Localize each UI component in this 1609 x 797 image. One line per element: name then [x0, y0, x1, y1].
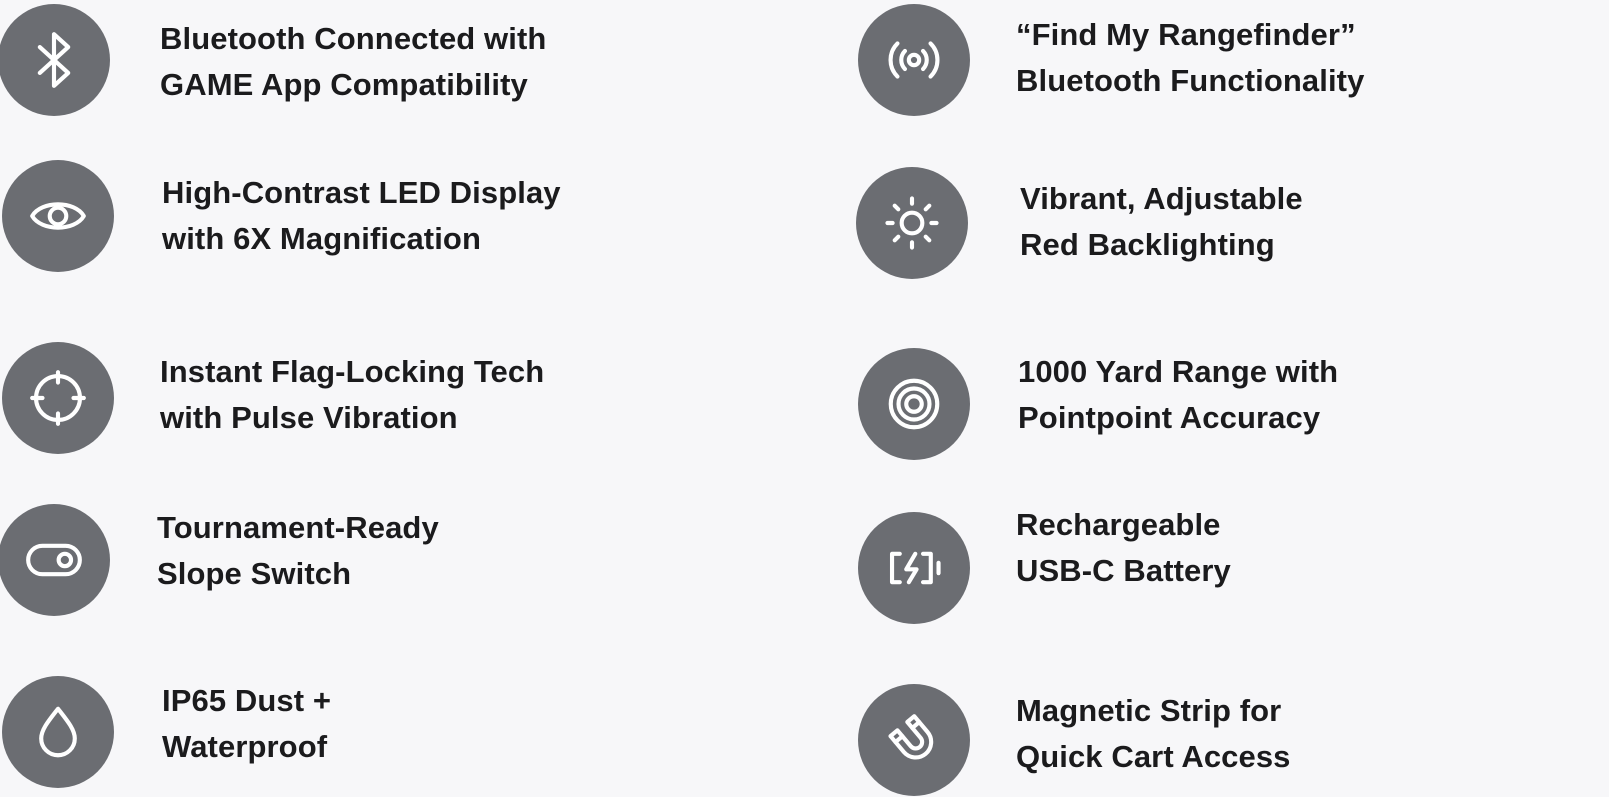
sun-brightness-icon	[856, 167, 968, 279]
target-icon	[858, 348, 970, 460]
feature-line-2: with Pulse Vibration	[160, 400, 458, 435]
feature-line-1: IP65 Dust +	[162, 683, 332, 718]
feature-line-2: Bluetooth Functionality	[1016, 63, 1365, 98]
feature-line-2: Pointpoint Accuracy	[1018, 400, 1321, 435]
bluetooth-icon	[0, 4, 110, 116]
magnet-icon	[858, 684, 970, 796]
eye-icon	[2, 160, 114, 272]
feature-line-1: “Find My Rangefinder”	[1016, 17, 1356, 52]
toggle-switch-icon	[0, 504, 110, 616]
feature-line-2: Waterproof	[162, 729, 328, 764]
charging-battery-icon	[858, 512, 970, 624]
water-drop-icon	[2, 676, 114, 788]
feature-line-2: Red Backlighting	[1020, 227, 1275, 262]
feature-line-2: Slope Switch	[157, 556, 352, 591]
feature-line-2: Quick Cart Access	[1016, 739, 1291, 774]
feature-line-1: Instant Flag-Locking Tech	[160, 354, 545, 389]
broadcast-signal-icon	[858, 4, 970, 116]
feature-line-2: USB-C Battery	[1016, 553, 1231, 588]
feature-line-2: GAME App Compatibility	[160, 67, 528, 102]
feature-line-1: 1000 Yard Range with	[1018, 354, 1339, 389]
crosshair-icon	[2, 342, 114, 454]
feature-line-1: Magnetic Strip for	[1016, 693, 1282, 728]
feature-line-1: Rechargeable	[1016, 507, 1221, 542]
feature-line-2: with 6X Magnification	[162, 221, 482, 256]
feature-line-1: High-Contrast LED Display	[162, 175, 561, 210]
feature-line-1: Tournament-Ready	[157, 510, 439, 545]
feature-line-1: Vibrant, Adjustable	[1020, 181, 1303, 216]
feature-line-1: Bluetooth Connected with	[160, 21, 547, 56]
